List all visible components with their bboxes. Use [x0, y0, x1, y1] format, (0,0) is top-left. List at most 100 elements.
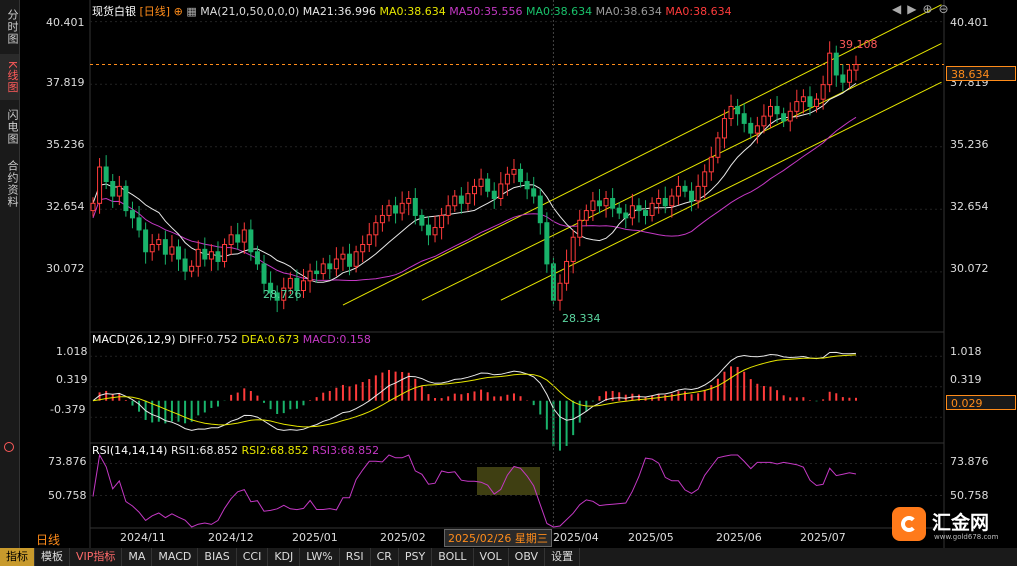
candle-body — [748, 122, 754, 134]
candle-body — [458, 195, 464, 204]
candle-body — [202, 248, 208, 260]
candle-body — [800, 96, 806, 103]
candle-body — [478, 178, 484, 187]
chart-canvas[interactable] — [0, 0, 1017, 548]
zoom-in-icon[interactable]: ⊕ — [922, 2, 938, 16]
toolbar-cr[interactable]: CR — [371, 548, 399, 566]
tab-kline[interactable]: K线图 — [0, 54, 19, 100]
toolbar-boll[interactable]: BOLL — [432, 548, 474, 566]
toolbar-bias[interactable]: BIAS — [198, 548, 237, 566]
toolbar-psy[interactable]: PSY — [399, 548, 433, 566]
toolbar-indicator[interactable]: 指标 — [0, 548, 35, 566]
toolbar-rsi[interactable]: RSI — [340, 548, 371, 566]
candle-body — [182, 258, 188, 272]
ma0-value-a: MA0:38.634 — [379, 5, 446, 18]
x-label-3: 2025/02 — [380, 531, 426, 544]
settings-icon[interactable] — [4, 442, 14, 452]
candle-body — [794, 101, 800, 112]
price-axis-left-0: 40.401 — [46, 16, 85, 29]
window-controls: ◀▶⊕⊖ — [892, 2, 955, 16]
candle-body — [682, 185, 688, 192]
candle-body — [432, 227, 438, 236]
candle-body — [735, 105, 741, 115]
tab-lightning[interactable]: 闪电图 — [0, 104, 19, 150]
candle-body — [254, 251, 260, 265]
candle-body — [524, 181, 530, 190]
price-axis-right-3: 32.654 — [950, 200, 989, 213]
candle-body — [123, 185, 129, 212]
candle-body — [610, 197, 616, 209]
candle-body — [189, 265, 195, 272]
toolbar-template[interactable]: 模板 — [35, 548, 70, 566]
candle-body — [846, 69, 852, 83]
toolbar-ma[interactable]: MA — [122, 548, 153, 566]
toolbar-kdj[interactable]: KDJ — [268, 548, 301, 566]
candle-body — [261, 263, 267, 284]
tab-timeshare[interactable]: 分时图 — [0, 4, 19, 50]
toolbar-vip[interactable]: VIP指标 — [70, 548, 123, 566]
candle-body — [833, 52, 839, 76]
price-axis-left-3: 32.654 — [46, 200, 85, 213]
toolbar-macd[interactable]: MACD — [152, 548, 199, 566]
candle-body — [129, 210, 135, 219]
ma0-value-c: MA0:38.634 — [595, 5, 662, 18]
prev-icon[interactable]: ◀ — [892, 2, 907, 16]
candle-body — [518, 168, 524, 183]
logo-icon — [892, 507, 926, 541]
candle-body — [669, 195, 675, 207]
candle-body — [623, 212, 629, 219]
period-name[interactable]: 日线 — [36, 531, 60, 548]
candle-body — [629, 205, 635, 219]
toolbar-lw[interactable]: LW% — [300, 548, 340, 566]
ma-params[interactable]: MA(21,0,50,0,0,0) — [200, 5, 299, 18]
candle-body — [176, 246, 182, 260]
cursor-date-label: 2025/02/26 星期三 — [444, 529, 552, 547]
toolbar-obv[interactable]: OBV — [509, 548, 546, 566]
candle-body — [149, 244, 155, 253]
x-label-7: 2025/07 — [800, 531, 846, 544]
macd-dea: DEA:0.673 — [241, 333, 300, 346]
macd-header: MACD(26,12,9) DIFF:0.752 DEA:0.673 MACD:… — [92, 333, 371, 346]
candle-body — [195, 248, 201, 267]
macd-diff: DIFF:0.752 — [179, 333, 238, 346]
logo-text: 汇金网 — [932, 512, 990, 534]
zoom-out-icon[interactable]: ⊖ — [939, 2, 955, 16]
period-label[interactable]: [日线] — [140, 5, 171, 18]
channel-middle-line — [421, 43, 942, 301]
toolbar-vol[interactable]: VOL — [474, 548, 509, 566]
macd-value: MACD:0.158 — [302, 333, 371, 346]
candle-body — [570, 236, 576, 262]
toolbar-cci[interactable]: CCI — [237, 548, 269, 566]
candle-body — [136, 217, 142, 231]
candle-body — [807, 96, 813, 107]
candle-body — [379, 214, 385, 224]
tab-contract-info[interactable]: 合约资料 — [0, 154, 19, 214]
candle-body — [537, 195, 543, 224]
x-label-1: 2024/12 — [208, 531, 254, 544]
x-label-0: 2024/11 — [120, 531, 166, 544]
next-icon[interactable]: ▶ — [907, 2, 922, 16]
rsi-name[interactable]: RSI(14,14,14) — [92, 444, 167, 457]
candle-body — [820, 84, 826, 100]
candle-body — [853, 64, 859, 71]
ma0-value-b: MA0:38.634 — [525, 5, 593, 18]
candle-body — [787, 110, 793, 122]
ma50-value: MA50:35.556 — [449, 5, 523, 18]
ma21-value: MA21:36.996 — [302, 5, 377, 18]
candle-body — [741, 113, 747, 124]
candle-body — [596, 200, 602, 207]
candle-body — [531, 188, 537, 197]
left-sidebar: 分时图 K线图 闪电图 合约资料 — [0, 0, 20, 548]
candle-body — [320, 263, 326, 275]
candle-body — [472, 185, 477, 195]
macd-axis-left-1: 0.319 — [56, 373, 88, 386]
grid-icon[interactable]: ▦ — [186, 5, 196, 18]
price-axis-right-0: 40.401 — [950, 16, 989, 29]
macd-name[interactable]: MACD(26,12,9) — [92, 333, 176, 346]
toolbar-settings[interactable]: 设置 — [545, 548, 581, 566]
candle-body — [169, 246, 175, 255]
crosshair-icon[interactable]: ⊕ — [174, 5, 183, 18]
candle-body — [228, 234, 234, 245]
rsi-header: RSI(14,14,14) RSI1:68.852 RSI2:68.852 RS… — [92, 444, 379, 457]
candle-body — [90, 202, 96, 212]
